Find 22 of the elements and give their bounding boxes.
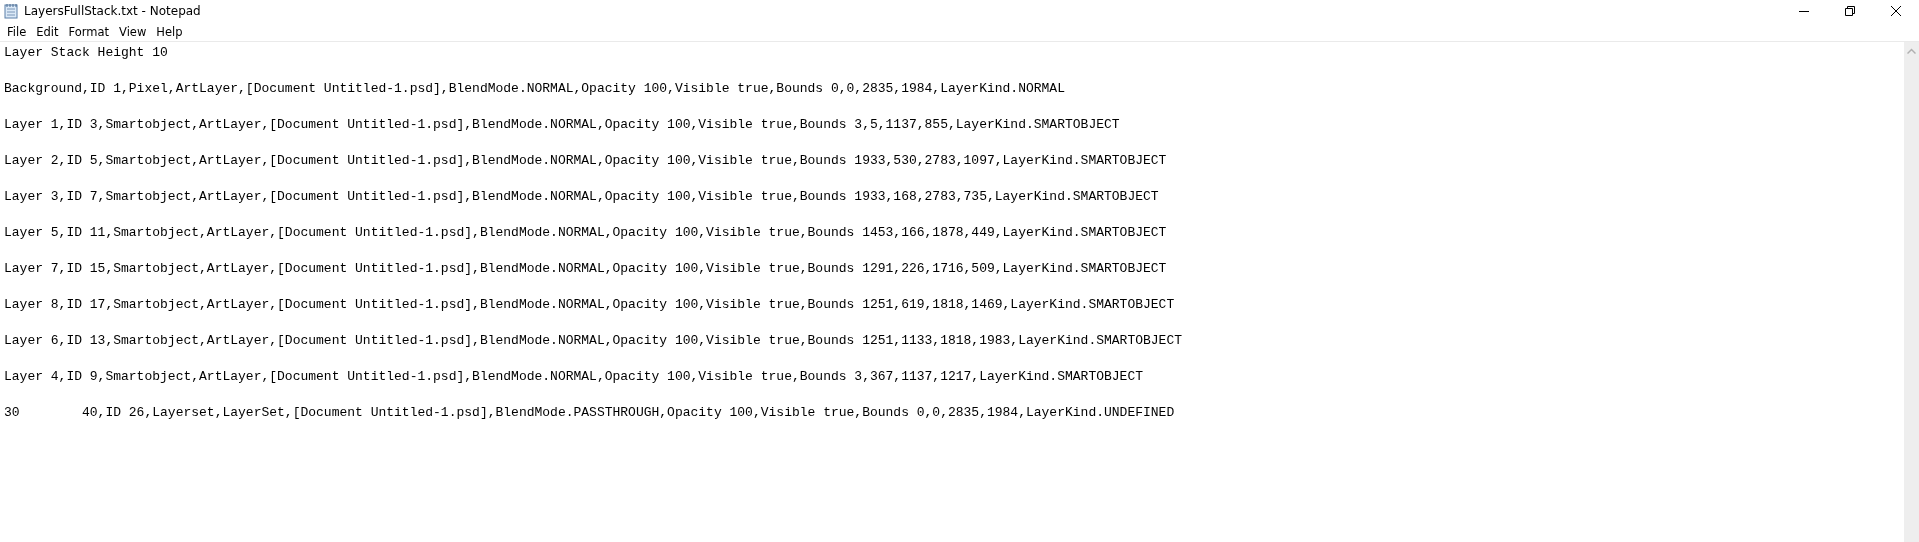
text-line: Layer 2,ID 5,Smartobject,ArtLayer,[Document Untitled-1.psd],BlendMode.NORMAL,Opacity 100,Visible true,Bounds 1933,530,2783,1097,LayerKind.SMARTOBJECT xyxy=(4,152,1167,170)
menu-item[interactable]: View xyxy=(114,24,152,39)
close-icon xyxy=(1891,6,1901,16)
text-line: Layer 7,ID 15,Smartobject,ArtLayer,[Document Untitled-1.psd],BlendMode.NORMAL,Opacity 100,Visible true,Bounds 1291,226,1716,509,LayerKind.SMARTOBJECT xyxy=(4,260,1167,278)
notepad-icon xyxy=(4,3,18,19)
text-line: 30 40,ID 26,Layerset,LayerSet,[Document Untitled-1.psd],BlendMode.PASSTHROUGH,Opacity 100,Visible true,Bounds 0,0,2835,1984,LayerKind.UNDEFINED xyxy=(4,404,1175,422)
scroll-up-icon[interactable] xyxy=(1907,48,1916,54)
text-line: Layer 5,ID 11,Smartobject,ArtLayer,[Document Untitled-1.psd],BlendMode.NORMAL,Opacity 100,Visible true,Bounds 1453,166,1878,449,LayerKind.SMARTOBJECT xyxy=(4,224,1167,242)
menu-item[interactable]: File xyxy=(2,24,32,39)
text-line: Layer 3,ID 7,Smartobject,ArtLayer,[Document Untitled-1.psd],BlendMode.NORMAL,Opacity 100,Visible true,Bounds 1933,168,2783,735,LayerKind.SMARTOBJECT xyxy=(4,188,1159,206)
restore-icon xyxy=(1845,6,1855,16)
menu-item[interactable]: Edit xyxy=(31,24,64,39)
scrollbar[interactable] xyxy=(1904,42,1919,542)
menu-item[interactable]: Format xyxy=(63,24,115,39)
window-title: LayersFullStack.txt - Notepad xyxy=(24,4,202,18)
text-line: Layer Stack Height 10 xyxy=(4,44,168,62)
text-line: Layer 4,ID 9,Smartobject,ArtLayer,[Document Untitled-1.psd],BlendMode.NORMAL,Opacity 100,Visible true,Bounds 3,367,1137,1217,LayerKind.SMARTOBJECT xyxy=(4,368,1143,386)
menu-item[interactable]: Help xyxy=(151,24,188,39)
text-line: Layer 8,ID 17,Smartobject,ArtLayer,[Document Untitled-1.psd],BlendMode.NORMAL,Opacity 100,Visible true,Bounds 1251,619,1818,1469,LayerKind.SMARTOBJECT xyxy=(4,296,1175,314)
text-line: Layer 6,ID 13,Smartobject,ArtLayer,[Document Untitled-1.psd],BlendMode.NORMAL,Opacity 100,Visible true,Bounds 1251,1133,1818,1983,LayerKind.SMARTOBJECT xyxy=(4,332,1182,350)
text-line: Background,ID 1,Pixel,ArtLayer,[Document Untitled-1.psd],BlendMode.NORMAL,Opacity 100,Visible true,Bounds 0,0,2835,1984,LayerKind.NORMAL xyxy=(4,80,1065,98)
text-line: Layer 1,ID 3,Smartobject,ArtLayer,[Document Untitled-1.psd],BlendMode.NORMAL,Opacity 100,Visible true,Bounds 3,5,1137,855,LayerKind.SMARTOBJECT xyxy=(4,116,1120,134)
